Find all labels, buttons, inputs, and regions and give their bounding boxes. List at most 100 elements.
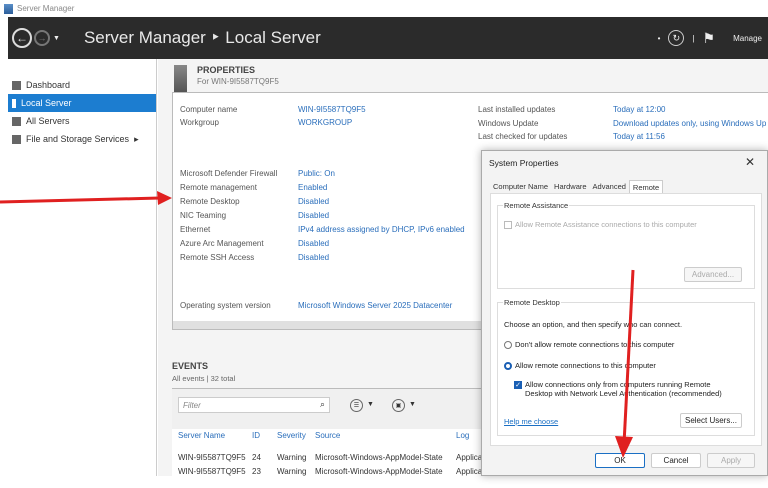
tab-hardware[interactable]: Hardware xyxy=(551,180,590,194)
sidebar-item-all-servers[interactable]: All Servers xyxy=(8,112,156,130)
property-value-link[interactable]: Disabled xyxy=(298,197,329,206)
app-header: ← → ▼ Server Manager ‣ Local Server • ↻ … xyxy=(8,17,768,59)
events-title: EVENTS xyxy=(172,361,209,371)
history-dropdown-icon[interactable]: ▼ xyxy=(53,35,60,42)
refresh-icon[interactable]: ↻ xyxy=(668,30,685,46)
sidebar-item-file-storage[interactable]: File and Storage Services ▸ xyxy=(8,130,156,148)
search-icon[interactable]: ⌕ xyxy=(320,399,325,410)
property-label: Ethernet xyxy=(180,225,211,234)
property-value-link[interactable]: Today at 12:00 xyxy=(613,105,665,114)
system-properties-dialog: System Properties ✕ Computer Name Hardwa… xyxy=(481,150,768,476)
help-me-choose-link[interactable]: Help me choose xyxy=(504,417,558,426)
property-value-link[interactable]: Microsoft Windows Server 2025 Datacenter xyxy=(298,301,452,310)
event-cell[interactable]: Warning xyxy=(277,467,307,476)
cancel-button[interactable]: Cancel xyxy=(651,453,701,468)
sidebar-item-label: Local Server xyxy=(21,98,72,108)
property-label: Workgroup xyxy=(180,118,219,127)
property-label: Windows Update xyxy=(478,118,539,128)
property-label: Azure Arc Management xyxy=(180,239,264,248)
apply-button[interactable]: Apply xyxy=(707,453,755,468)
property-value-link[interactable]: Download updates only, using Windows Up xyxy=(613,119,766,128)
radio-dont-allow[interactable]: Don't allow remote connections to this c… xyxy=(504,340,674,350)
window-title: Server Manager xyxy=(17,4,75,13)
properties-title: PROPERTIES xyxy=(197,65,256,75)
tab-advanced[interactable]: Advanced xyxy=(590,180,629,194)
property-value-link[interactable]: Enabled xyxy=(298,183,327,192)
sidebar-item-dashboard[interactable]: Dashboard xyxy=(8,76,156,94)
group-label: Remote Desktop xyxy=(503,298,561,307)
chevron-right-icon: ▸ xyxy=(134,133,139,144)
nla-checkbox-label: Desktop with Network Level Authenticatio… xyxy=(525,389,722,398)
servers-icon xyxy=(12,116,21,126)
forward-button[interactable]: → xyxy=(34,30,50,46)
events-subtitle: All events | 32 total xyxy=(172,374,236,383)
event-cell[interactable]: WIN-9I5587TQ9F5 xyxy=(178,467,246,476)
advanced-button[interactable]: Advanced... xyxy=(684,267,742,282)
properties-subtitle: For WIN-9I5587TQ9F5 xyxy=(197,77,279,86)
server-tower-icon xyxy=(174,65,187,92)
dot-icon: • xyxy=(657,33,661,43)
remote-desktop-group: Remote Desktop Choose an option, and the… xyxy=(497,298,755,436)
manage-menu[interactable]: Manage xyxy=(733,34,762,43)
chevron-down-icon[interactable]: ▼ xyxy=(367,401,374,408)
tab-computer-name[interactable]: Computer Name xyxy=(490,180,551,194)
event-cell[interactable]: Applica xyxy=(456,467,482,476)
select-users-button[interactable]: Select Users... xyxy=(680,413,742,428)
remote-tab-panel: Remote Assistance Allow Remote Assistanc… xyxy=(490,193,762,446)
server-manager-icon xyxy=(4,3,13,14)
column-header[interactable]: Severity xyxy=(277,431,306,440)
tab-remote[interactable]: Remote xyxy=(628,180,664,194)
divider: | xyxy=(692,33,695,43)
dialog-title: System Properties xyxy=(489,158,559,168)
property-label: Operating system version xyxy=(180,301,271,310)
event-cell[interactable]: WIN-9I5587TQ9F5 xyxy=(178,453,246,462)
intro-text: Choose an option, and then specify who c… xyxy=(504,320,683,329)
event-cell[interactable]: 23 xyxy=(252,467,261,476)
property-value-link[interactable]: WIN-9I5587TQ9F5 xyxy=(298,105,366,114)
event-cell[interactable]: Microsoft-Windows-AppModel-State xyxy=(315,467,443,476)
property-label: Last checked for updates xyxy=(478,132,568,141)
property-label: Computer name xyxy=(180,105,238,114)
sidebar-item-local-server[interactable]: Local Server xyxy=(8,94,156,112)
dashboard-icon xyxy=(12,80,21,90)
ok-button[interactable]: OK xyxy=(595,453,645,468)
property-value-link[interactable]: IPv4 address assigned by DHCP, IPv6 enab… xyxy=(298,225,465,234)
group-label: Remote Assistance xyxy=(503,201,570,210)
event-cell[interactable]: Warning xyxy=(277,453,307,462)
property-value-link[interactable]: Today at 11:56 xyxy=(613,132,665,141)
storage-icon xyxy=(12,134,21,144)
list-options-icon[interactable]: ☰ xyxy=(350,399,363,412)
column-header[interactable]: Log xyxy=(456,431,469,440)
remote-assistance-checkbox[interactable]: Allow Remote Assistance connections to t… xyxy=(504,220,697,230)
remote-assistance-group: Remote Assistance Allow Remote Assistanc… xyxy=(497,201,755,289)
property-value-link[interactable]: Disabled xyxy=(298,239,329,248)
event-cell[interactable]: Applica xyxy=(456,453,482,462)
title-bar: Server Manager xyxy=(0,0,768,17)
property-label: Remote Desktop xyxy=(180,197,240,206)
back-button[interactable]: ← xyxy=(12,28,32,48)
save-options-icon[interactable]: ▣ xyxy=(392,399,405,412)
event-cell[interactable]: 24 xyxy=(252,453,261,462)
radio-allow[interactable]: Allow remote connections to this compute… xyxy=(504,361,656,371)
close-icon[interactable]: ✕ xyxy=(745,155,755,169)
chevron-down-icon[interactable]: ▼ xyxy=(409,401,416,408)
property-label: Last installed updates xyxy=(478,105,556,114)
breadcrumb: Server Manager ‣ Local Server xyxy=(83,28,321,47)
notifications-flag-icon[interactable]: ⚑ xyxy=(703,30,716,47)
sidebar-item-label: All Servers xyxy=(26,116,70,126)
nla-checkbox[interactable]: ✓ Allow connections only from computers r… xyxy=(514,380,711,390)
property-label: Microsoft Defender Firewall xyxy=(180,169,278,178)
column-header[interactable]: ID xyxy=(252,431,260,440)
event-cell[interactable]: Microsoft-Windows-AppModel-State xyxy=(315,453,443,462)
property-value-link[interactable]: Disabled xyxy=(298,211,329,220)
server-icon xyxy=(12,98,16,108)
property-label: NIC Teaming xyxy=(180,211,227,220)
property-label: Remote management xyxy=(180,183,257,192)
property-value-link[interactable]: Public: On xyxy=(298,169,335,178)
property-value-link[interactable]: WORKGROUP xyxy=(298,118,352,127)
column-header[interactable]: Source xyxy=(315,431,340,440)
column-header[interactable]: Server Name xyxy=(178,431,225,440)
filter-input[interactable]: Filter ⌕ xyxy=(178,397,330,413)
property-label: Remote SSH Access xyxy=(180,253,255,262)
property-value-link[interactable]: Disabled xyxy=(298,253,329,262)
